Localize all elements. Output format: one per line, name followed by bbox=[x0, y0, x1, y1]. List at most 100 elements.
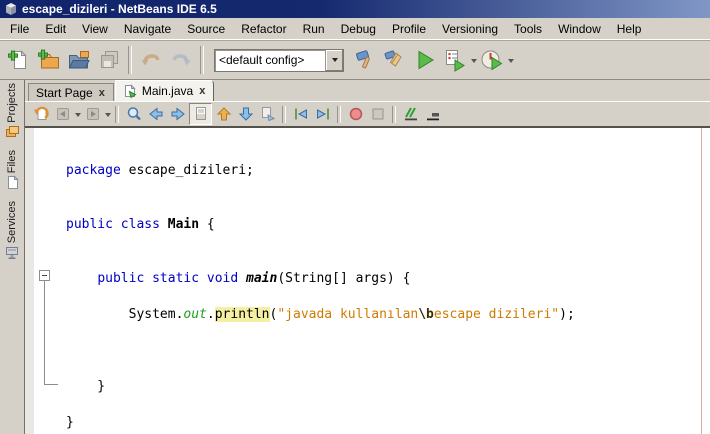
menu-refactor[interactable]: Refactor bbox=[233, 19, 294, 39]
tab-main-java[interactable]: Main.java x bbox=[115, 80, 214, 101]
comment-button[interactable] bbox=[400, 104, 421, 124]
toggle-bookmark-button[interactable] bbox=[257, 104, 278, 124]
arrow-down-icon bbox=[237, 105, 255, 123]
chevron-down-icon[interactable] bbox=[325, 50, 343, 71]
forward-icon bbox=[84, 105, 102, 123]
forward-button[interactable] bbox=[82, 104, 103, 124]
menu-file[interactable]: File bbox=[2, 19, 37, 39]
sidebar-item-files[interactable]: Files bbox=[5, 150, 20, 190]
find-next-button[interactable] bbox=[167, 104, 188, 124]
clean-and-build-button[interactable] bbox=[380, 45, 410, 75]
java-file-icon bbox=[123, 84, 137, 98]
arrow-right-icon bbox=[169, 105, 187, 123]
profile-icon bbox=[480, 48, 504, 72]
menu-versioning[interactable]: Versioning bbox=[434, 19, 506, 39]
menu-source[interactable]: Source bbox=[179, 19, 233, 39]
tab-label: Main.java bbox=[142, 84, 193, 98]
sidebar-item-label: Files bbox=[6, 150, 18, 173]
last-edit-position-button[interactable] bbox=[30, 104, 51, 124]
stop-macro-recording-button[interactable] bbox=[367, 104, 388, 124]
last-edit-icon bbox=[32, 105, 50, 123]
run-project-button[interactable] bbox=[410, 45, 440, 75]
code-editor[interactable]: package escape_dizileri; public class Ma… bbox=[25, 128, 710, 434]
close-icon[interactable]: x bbox=[98, 87, 106, 99]
files-icon bbox=[5, 175, 20, 190]
menu-navigate[interactable]: Navigate bbox=[116, 19, 179, 39]
services-icon bbox=[5, 245, 20, 260]
code-line: public static void main(String[] args) { bbox=[66, 270, 575, 288]
shift-left-icon bbox=[292, 105, 310, 123]
save-all-icon bbox=[97, 48, 121, 72]
new-project-button[interactable] bbox=[34, 45, 64, 75]
redo-button[interactable] bbox=[166, 45, 196, 75]
debug-project-button[interactable] bbox=[440, 45, 470, 75]
back-dropdown-arrow-icon[interactable] bbox=[75, 113, 81, 120]
code-line bbox=[66, 180, 575, 198]
code-line: } bbox=[66, 378, 575, 396]
open-project-button[interactable] bbox=[64, 45, 94, 75]
window-title: escape_dizileri - NetBeans IDE 6.5 bbox=[22, 2, 217, 16]
find-selection-button[interactable] bbox=[123, 104, 144, 124]
menu-profile[interactable]: Profile bbox=[384, 19, 434, 39]
search-icon bbox=[125, 105, 143, 123]
next-bookmark-button[interactable] bbox=[235, 104, 256, 124]
debug-icon bbox=[443, 48, 467, 72]
sidebar-item-projects[interactable]: Projects bbox=[5, 83, 20, 139]
code-line bbox=[66, 234, 575, 252]
redo-icon bbox=[169, 48, 193, 72]
code-line bbox=[66, 342, 575, 360]
menu-view[interactable]: View bbox=[74, 19, 116, 39]
build-hammer-icon bbox=[353, 48, 377, 72]
toolbar-separator bbox=[128, 46, 132, 74]
toggle-highlight-search-button[interactable] bbox=[189, 103, 212, 125]
profile-dropdown-arrow-icon[interactable] bbox=[508, 59, 514, 66]
code-area[interactable]: package escape_dizileri; public class Ma… bbox=[25, 128, 575, 432]
code-line bbox=[66, 396, 575, 414]
forward-dropdown-arrow-icon[interactable] bbox=[105, 113, 111, 120]
config-dropdown[interactable]: <default config> bbox=[214, 49, 344, 72]
sidebar-item-services[interactable]: Services bbox=[5, 201, 20, 260]
tab-start-page[interactable]: Start Page x bbox=[28, 83, 114, 101]
undo-icon bbox=[139, 48, 163, 72]
document-tab-row: Start Page x Main.java x bbox=[25, 80, 710, 101]
undo-button[interactable] bbox=[136, 45, 166, 75]
back-button[interactable] bbox=[52, 104, 73, 124]
profile-project-button[interactable] bbox=[477, 45, 507, 75]
main-toolbar: <default config> bbox=[0, 40, 710, 80]
title-bar: escape_dizileri - NetBeans IDE 6.5 bbox=[0, 0, 710, 18]
right-margin-line bbox=[701, 128, 702, 434]
shift-line-right-button[interactable] bbox=[312, 104, 333, 124]
toolbar-separator bbox=[392, 106, 396, 123]
tab-label: Start Page bbox=[36, 86, 93, 100]
start-macro-recording-button[interactable] bbox=[345, 104, 366, 124]
previous-bookmark-button[interactable] bbox=[213, 104, 234, 124]
save-all-button[interactable] bbox=[94, 45, 124, 75]
menu-window[interactable]: Window bbox=[550, 19, 609, 39]
projects-icon bbox=[5, 125, 20, 139]
shift-right-icon bbox=[314, 105, 332, 123]
new-file-button[interactable] bbox=[4, 45, 34, 75]
comment-icon bbox=[402, 105, 420, 123]
menu-debug[interactable]: Debug bbox=[333, 19, 384, 39]
uncomment-icon bbox=[424, 105, 442, 123]
clean-build-icon bbox=[383, 48, 407, 72]
find-previous-button[interactable] bbox=[145, 104, 166, 124]
build-project-button[interactable] bbox=[350, 45, 380, 75]
arrow-up-icon bbox=[215, 105, 233, 123]
code-line bbox=[66, 288, 575, 306]
shift-line-left-button[interactable] bbox=[290, 104, 311, 124]
code-line bbox=[66, 360, 575, 378]
code-line: } bbox=[66, 414, 575, 432]
code-line bbox=[66, 198, 575, 216]
config-dropdown-value: <default config> bbox=[215, 53, 325, 67]
close-icon[interactable]: x bbox=[198, 85, 206, 97]
menu-run[interactable]: Run bbox=[295, 19, 333, 39]
uncomment-button[interactable] bbox=[422, 104, 443, 124]
menu-tools[interactable]: Tools bbox=[506, 19, 550, 39]
bookmark-icon bbox=[259, 105, 277, 123]
menu-help[interactable]: Help bbox=[609, 19, 650, 39]
toolbar-separator bbox=[200, 46, 204, 74]
menu-edit[interactable]: Edit bbox=[37, 19, 74, 39]
netbeans-cube-icon bbox=[4, 2, 18, 16]
menu-bar: File Edit View Navigate Source Refactor … bbox=[0, 18, 710, 40]
